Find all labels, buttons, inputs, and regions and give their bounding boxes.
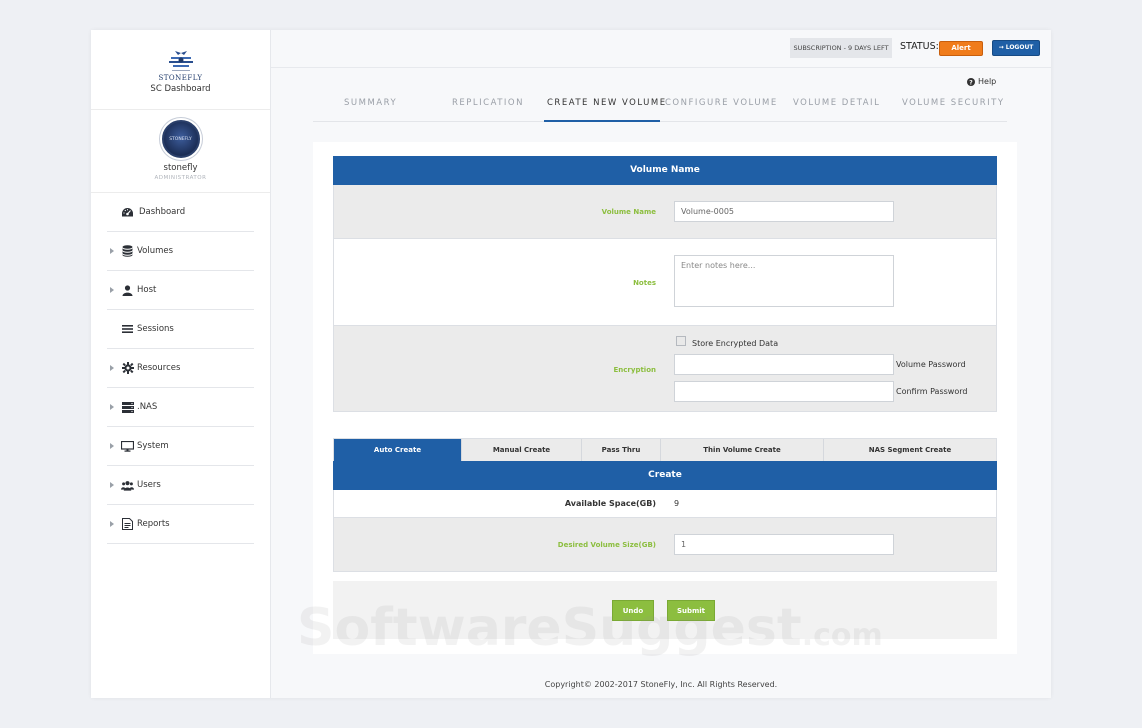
volume-name-row: Volume Name Volume-0005 bbox=[333, 185, 997, 239]
tab-configure-volume[interactable]: CONFIGURE VOLUME bbox=[665, 98, 778, 108]
available-space-label: Available Space(GB) bbox=[564, 499, 656, 508]
volume-password-input[interactable] bbox=[674, 354, 894, 375]
tab-thin-volume-create[interactable]: Thin Volume Create bbox=[661, 439, 824, 462]
brand: STONEFLY SC Dashboard bbox=[91, 30, 270, 110]
expand-caret-icon bbox=[110, 287, 114, 293]
tab-volume-detail[interactable]: VOLUME DETAIL bbox=[793, 98, 880, 108]
notes-textarea[interactable]: Enter notes here... bbox=[674, 255, 894, 307]
tab-summary[interactable]: SUMMARY bbox=[344, 98, 397, 108]
tab-replication[interactable]: REPLICATION bbox=[452, 98, 524, 108]
notes-placeholder: Enter notes here... bbox=[681, 261, 756, 270]
sidebar-item-label: Sessions bbox=[137, 324, 174, 334]
expand-caret-icon bbox=[110, 443, 114, 449]
tab-manual-create[interactable]: Manual Create bbox=[462, 439, 582, 462]
sidebar-item-label: Reports bbox=[137, 519, 170, 529]
sidebar-item-label: Users bbox=[137, 480, 161, 490]
avatar[interactable]: STONEFLY bbox=[161, 120, 200, 158]
store-encrypted-label: Store Encrypted Data bbox=[692, 339, 779, 348]
expand-caret-icon bbox=[110, 482, 114, 488]
logout-label: LOGOUT bbox=[1005, 44, 1034, 51]
avatar-text: STONEFLY bbox=[169, 137, 192, 142]
logo-wordmark: STONEFLY bbox=[158, 74, 203, 82]
confirm-password-input[interactable] bbox=[674, 381, 894, 402]
create-header: Create bbox=[333, 461, 997, 490]
user-profile: STONEFLY stonefly ADMINISTRATOR bbox=[91, 110, 270, 193]
available-space-row: Available Space(GB) 9 bbox=[333, 490, 997, 518]
sidebar-item-nas[interactable]: .NAS bbox=[107, 388, 254, 427]
store-encrypted-checkbox[interactable] bbox=[676, 336, 686, 346]
user-role: ADMINISTRATOR bbox=[154, 175, 207, 181]
confirm-password-label: Confirm Password bbox=[896, 387, 968, 396]
desired-size-label: Desired Volume Size(GB) bbox=[557, 541, 656, 549]
active-tab-indicator bbox=[544, 120, 660, 122]
svg-text:?: ? bbox=[969, 79, 973, 86]
expand-caret-icon bbox=[110, 248, 114, 254]
user-name: stonefly bbox=[163, 163, 198, 173]
tab-pass-thru[interactable]: Pass Thru bbox=[582, 439, 661, 462]
user-icon bbox=[121, 284, 134, 297]
sidebar-item-sessions[interactable]: Sessions bbox=[107, 310, 254, 349]
question-circle-icon: ? bbox=[967, 77, 975, 86]
sidebar-item-reports[interactable]: Reports bbox=[107, 505, 254, 544]
users-icon bbox=[121, 479, 134, 492]
volume-password-label: Volume Password bbox=[896, 360, 966, 369]
subscription-badge: SUBSCRIPTION - 9 DAYS LEFT bbox=[790, 38, 892, 58]
sidebar-item-system[interactable]: System bbox=[107, 427, 254, 466]
desired-size-input[interactable]: 1 bbox=[674, 534, 894, 555]
tab-auto-create[interactable]: Auto Create bbox=[334, 439, 462, 462]
copyright-footer: Copyright© 2002-2017 StoneFly, Inc. All … bbox=[544, 680, 778, 689]
notes-label: Notes bbox=[633, 279, 656, 287]
help-link[interactable]: ? Help bbox=[967, 77, 996, 86]
sidebar-item-users[interactable]: Users bbox=[107, 466, 254, 505]
expand-caret-icon bbox=[110, 365, 114, 371]
encryption-row: Store Encrypted Data Encryption Volume P… bbox=[333, 326, 997, 412]
create-mode-tabs: Auto Create Manual Create Pass Thru Thin… bbox=[333, 438, 997, 462]
logout-button[interactable]: → LOGOUT bbox=[992, 40, 1040, 56]
list-icon bbox=[121, 323, 134, 336]
tab-nas-segment-create[interactable]: NAS Segment Create bbox=[824, 439, 996, 462]
monitor-icon bbox=[121, 440, 134, 453]
app-title: SC Dashboard bbox=[150, 84, 211, 94]
alert-button[interactable]: Alert bbox=[939, 41, 983, 56]
desired-size-row: Desired Volume Size(GB) 1 bbox=[333, 518, 997, 572]
stonefly-logo-icon bbox=[164, 50, 198, 76]
volume-name-input[interactable]: Volume-0005 bbox=[674, 201, 894, 222]
dashboard-icon bbox=[121, 206, 134, 219]
sidebar-item-label: System bbox=[137, 441, 169, 451]
sidebar: STONEFLY SC Dashboard STONEFLY stonefly … bbox=[91, 30, 271, 698]
tab-create-new-volume[interactable]: CREATE NEW VOLUME bbox=[547, 98, 667, 108]
volume-name-header: Volume Name bbox=[333, 156, 997, 185]
create-volume-card: Volume Name Volume Name Volume-0005 Note… bbox=[313, 142, 1017, 654]
sidebar-item-resources[interactable]: Resources bbox=[107, 349, 254, 388]
watermark: SoftwareSuggest.com bbox=[297, 598, 883, 658]
sidebar-item-label: Volumes bbox=[137, 246, 174, 256]
logout-icon: → bbox=[998, 44, 1004, 51]
sidebar-item-label: Host bbox=[137, 285, 157, 295]
available-space-value: 9 bbox=[674, 499, 680, 508]
sidebar-item-label: Dashboard bbox=[139, 207, 186, 217]
topbar: SUBSCRIPTION - 9 DAYS LEFT STATUS: Alert… bbox=[271, 30, 1051, 68]
expand-caret-icon bbox=[110, 404, 114, 410]
sidebar-nav: Dashboard Volumes Host Sessions Resource… bbox=[91, 193, 270, 544]
gear-icon bbox=[121, 362, 134, 375]
sidebar-item-volumes[interactable]: Volumes bbox=[107, 232, 254, 271]
volume-name-label: Volume Name bbox=[601, 208, 656, 216]
help-label: Help bbox=[978, 77, 997, 86]
notes-row: Notes Enter notes here... bbox=[333, 239, 997, 326]
status-label: STATUS: bbox=[900, 41, 939, 52]
report-icon bbox=[121, 518, 134, 531]
server-icon bbox=[121, 401, 134, 414]
expand-caret-icon bbox=[110, 521, 114, 527]
sidebar-item-dashboard[interactable]: Dashboard bbox=[107, 193, 254, 232]
sidebar-item-label: .NAS bbox=[137, 402, 158, 412]
sidebar-item-host[interactable]: Host bbox=[107, 271, 254, 310]
watermark-main: SoftwareSuggest bbox=[297, 598, 802, 658]
database-icon bbox=[121, 245, 134, 258]
tab-volume-security[interactable]: VOLUME SECURITY bbox=[902, 98, 1005, 108]
main-tabs: SUMMARY REPLICATION CREATE NEW VOLUME CO… bbox=[313, 94, 1007, 122]
encryption-label: Encryption bbox=[613, 366, 656, 374]
watermark-suffix: .com bbox=[801, 618, 883, 653]
sidebar-item-label: Resources bbox=[137, 363, 181, 373]
